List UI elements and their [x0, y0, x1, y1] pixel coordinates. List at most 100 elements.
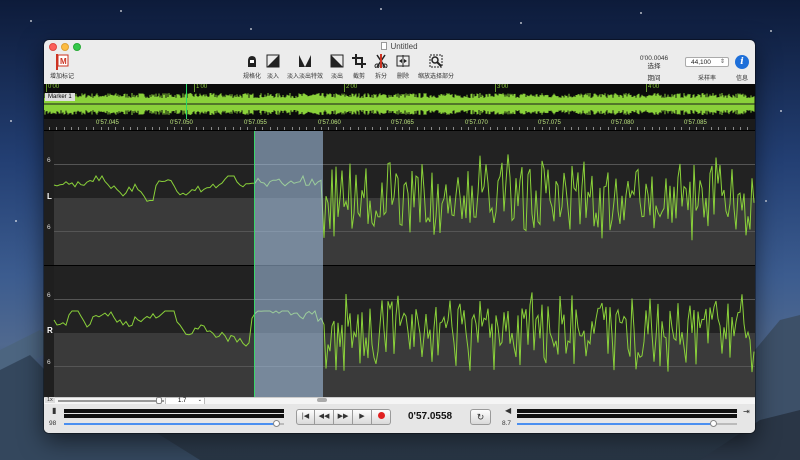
fade-in-icon	[266, 54, 280, 68]
playhead-overview[interactable]	[186, 84, 187, 119]
ruler-tick	[357, 127, 359, 130]
output-level-value: 8.7	[502, 420, 512, 427]
ruler-tick	[320, 127, 322, 130]
svg-text:M: M	[60, 57, 67, 66]
waveform-overview[interactable]: 0'00 1'00 2'00 3'00 4'00 Marker 1	[44, 84, 755, 119]
info-button[interactable]: i	[735, 55, 749, 69]
output-meter-bottom	[517, 414, 737, 418]
play-button[interactable]: ▶	[353, 409, 372, 425]
ruler-tick	[585, 127, 587, 130]
output-level-knob[interactable]	[710, 420, 717, 427]
loop-button[interactable]: ↻	[470, 409, 491, 425]
input-meter-bottom	[64, 414, 284, 418]
marker-1-flag[interactable]: Marker 1	[45, 93, 75, 101]
overview-tick: 1'00	[196, 84, 208, 90]
ruler-tick	[335, 127, 337, 130]
selection-label: 选择	[647, 63, 661, 70]
crossfade-button[interactable]: 淡入淡出特效	[285, 54, 325, 80]
ruler-tick	[93, 127, 95, 130]
ruler-tick	[651, 127, 653, 130]
normalize-icon	[248, 56, 256, 67]
ruler-label: 0'57.045	[96, 120, 119, 126]
ruler-tick	[512, 127, 514, 130]
export-icon[interactable]: ⇥	[743, 407, 750, 416]
ruler-tick	[592, 127, 594, 130]
right-channel-waveform	[53, 266, 755, 400]
scroll-knob[interactable]	[317, 398, 327, 402]
ruler-tick	[401, 127, 403, 130]
zoom-selection-button[interactable]: 缩放选择部分	[416, 54, 456, 80]
left-channel-track[interactable]: 6 L 6	[44, 131, 755, 265]
ruler-tick	[431, 127, 433, 130]
right-channel-track[interactable]: 6 R 6	[44, 265, 755, 400]
ruler-tick	[673, 127, 675, 130]
ruler-tick	[739, 127, 741, 130]
ruler-tick	[232, 127, 234, 130]
ruler-label: 0'57.070	[465, 120, 488, 126]
normalize-button[interactable]: 规格化	[239, 54, 265, 80]
fade-out-button[interactable]: 淡出	[328, 54, 346, 80]
info-label: 信息	[735, 76, 748, 82]
ruler-tick	[298, 127, 300, 130]
ruler-tick	[519, 127, 521, 130]
ruler-tick	[615, 127, 616, 130]
ruler-tick	[747, 127, 749, 130]
right-bottom-scale: 6	[47, 359, 51, 366]
ruler-tick	[475, 127, 477, 130]
ruler-tick	[107, 127, 109, 130]
speaker-icon: ◀	[505, 406, 512, 415]
ruler-tick	[695, 127, 697, 130]
zoom-slider-thumb[interactable]	[156, 397, 162, 404]
ruler-tick	[49, 127, 50, 130]
ruler-tick	[144, 127, 146, 130]
ruler-tick	[460, 127, 462, 130]
delete-icon	[396, 55, 410, 67]
ruler-tick	[387, 127, 389, 130]
fade-in-button[interactable]: 淡入	[264, 54, 282, 80]
input-level-fill	[64, 423, 277, 425]
delete-button[interactable]: 删除	[394, 54, 412, 80]
sample-rate-select[interactable]: 44,100 ⇕	[685, 57, 729, 67]
zoom-slider[interactable]	[58, 400, 164, 402]
loop-icon: ↻	[476, 412, 485, 422]
ruler-tick	[313, 127, 315, 130]
rewind-icon: ◀◀	[318, 413, 330, 420]
ruler-tick	[262, 127, 264, 130]
ruler-tick	[350, 127, 352, 130]
ruler-tick	[717, 127, 719, 130]
split-button[interactable]: 拆分	[372, 54, 390, 80]
time-ruler[interactable]: 0'57.045 0'57.050 0'57.055 0'57.060 0'57…	[44, 119, 755, 131]
ruler-tick	[240, 127, 242, 130]
ruler-tick	[372, 127, 374, 130]
zoom-selection-icon	[429, 54, 443, 68]
input-meter-top	[64, 409, 284, 413]
ruler-tick	[379, 127, 381, 130]
overview-tick-line	[495, 84, 496, 92]
record-button[interactable]	[372, 409, 391, 425]
fast-forward-button[interactable]: ▶▶	[334, 409, 353, 425]
skip-to-start-button[interactable]: |◀	[296, 409, 315, 425]
crop-button[interactable]: 截剪	[350, 54, 368, 80]
microphone-icon: ▮	[52, 406, 57, 415]
ruler-tick	[600, 127, 602, 130]
record-icon	[377, 412, 385, 419]
track-gridline	[54, 231, 755, 232]
ruler-tick	[659, 127, 661, 130]
ruler-tick	[365, 127, 367, 130]
ruler-tick	[78, 127, 80, 130]
selection-duration: 0'00.0046	[639, 55, 669, 62]
ruler-tick	[63, 127, 65, 130]
sample-rate-label: 采样率	[697, 76, 716, 82]
overview-tick-line	[646, 84, 647, 92]
selection-region[interactable]	[254, 131, 323, 399]
ruler-tick	[188, 127, 190, 130]
ruler-label: 0'57.060	[318, 120, 341, 126]
skip-back-icon: |◀	[301, 413, 310, 420]
add-marker-button[interactable]: M 增加标记	[46, 54, 78, 80]
ruler-label: 0'57.075	[538, 120, 561, 126]
ruler-tick	[482, 127, 484, 130]
rewind-button[interactable]: ◀◀	[315, 409, 334, 425]
ruler-tick	[137, 127, 139, 130]
ruler-tick	[71, 127, 72, 130]
input-level-knob[interactable]	[273, 420, 280, 427]
